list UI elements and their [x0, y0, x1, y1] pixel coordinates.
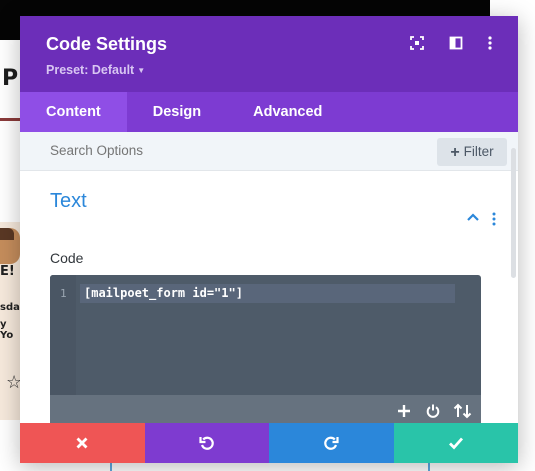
caret-down-icon: ▼	[137, 66, 146, 75]
power-icon[interactable]	[425, 403, 441, 419]
chevron-up-icon[interactable]	[466, 212, 480, 222]
modal-footer	[20, 423, 518, 463]
checkmark-icon	[448, 437, 463, 450]
editor-gutter: 1	[50, 275, 76, 395]
modal-title: Code Settings	[46, 34, 168, 54]
section-menu-icon[interactable]	[492, 212, 496, 226]
tab-content[interactable]: Content	[20, 92, 127, 132]
plus-icon: +	[450, 144, 460, 161]
section-title-text[interactable]: Text	[50, 190, 87, 213]
tab-bar: Content Design Advanced	[20, 92, 518, 132]
tab-advanced[interactable]: Advanced	[227, 92, 348, 132]
filter-button[interactable]: + Filter	[437, 138, 507, 166]
modal-body: +Filter Text Code 1 [mailpoet_form id="1…	[20, 132, 518, 424]
editor-toolbar	[50, 395, 481, 424]
code-field-label: Code	[50, 250, 84, 266]
undo-icon	[199, 436, 214, 450]
background-heading: P	[2, 66, 19, 91]
modal-header: Code Settings Preset: Default ▼	[20, 16, 518, 92]
background-card-text: sda	[0, 302, 20, 313]
background-card-text: E!	[0, 264, 15, 279]
undo-button[interactable]	[144, 423, 269, 463]
filter-label: Filter	[463, 144, 494, 159]
redo-icon	[324, 436, 339, 450]
close-icon	[76, 437, 88, 449]
background-card-text: y Yo	[0, 319, 14, 341]
code-editor[interactable]: 1 [mailpoet_form id="1"]	[50, 275, 481, 424]
more-vertical-icon[interactable]	[482, 35, 498, 51]
search-input[interactable]	[50, 143, 350, 158]
scrollbar[interactable]	[511, 148, 516, 278]
code-settings-modal: Code Settings Preset: Default ▼ Content D…	[20, 16, 518, 463]
focus-icon[interactable]	[409, 35, 425, 51]
line-number: 1	[60, 287, 67, 300]
code-content[interactable]: [mailpoet_form id="1"]	[84, 286, 243, 300]
search-row: +Filter	[20, 132, 518, 171]
background-card: E! sda y Yo ☆	[0, 222, 22, 420]
redo-button[interactable]	[269, 423, 394, 463]
preset-dropdown[interactable]: Preset: Default ▼	[46, 63, 145, 77]
background-divider	[0, 118, 22, 121]
background-card-image	[0, 228, 20, 264]
split-view-icon[interactable]	[448, 35, 464, 51]
tab-design[interactable]: Design	[127, 92, 227, 132]
add-icon[interactable]	[396, 403, 412, 419]
sort-arrows-icon[interactable]	[453, 403, 473, 419]
cancel-button[interactable]	[20, 423, 145, 463]
preset-label: Preset: Default	[46, 63, 135, 77]
save-button[interactable]	[393, 423, 518, 463]
